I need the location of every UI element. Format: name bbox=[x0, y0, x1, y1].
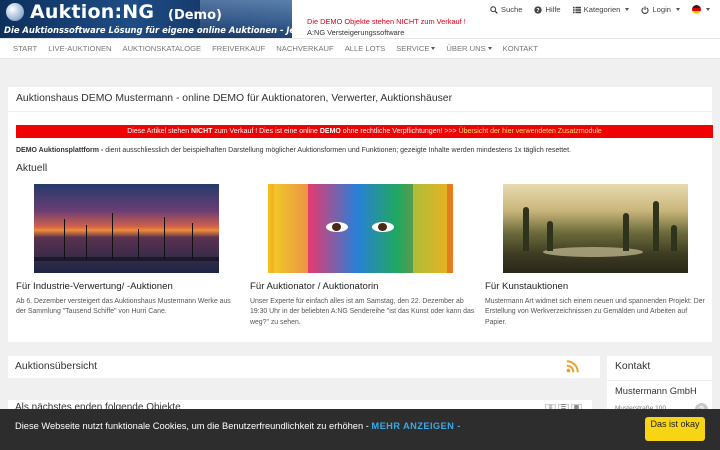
nav-item-auktionskataloge[interactable]: AUKTIONSKATALOGE bbox=[123, 39, 202, 58]
demo-warning-banner: Diese Artikel stehen NICHT zum Verkauf !… bbox=[16, 125, 713, 138]
flag-icon bbox=[692, 5, 701, 14]
categories-dropdown[interactable]: Kategorien bbox=[572, 5, 630, 14]
header-notice: Die DEMO Objekte stehen NICHT zum Verkau… bbox=[307, 17, 466, 26]
logo-ball-icon bbox=[6, 3, 24, 21]
header-links: Suche ? Hilfe Kategorien Login bbox=[490, 5, 710, 14]
nav-item-freiverkauf[interactable]: FREIVERKAUF bbox=[212, 39, 265, 58]
svg-text:?: ? bbox=[537, 8, 540, 14]
tree-shape bbox=[547, 221, 553, 251]
mast-shape bbox=[138, 229, 139, 259]
hand-shape bbox=[274, 184, 308, 273]
banner-text-mid: zum Verkauf ! Dies ist eine online bbox=[214, 128, 318, 135]
news-card[interactable]: Für Auktionator / Auktionatorin Unser Ex… bbox=[250, 184, 475, 328]
card-title[interactable]: Für Industrie-Verwertung/ -Auktionen bbox=[16, 281, 241, 292]
card-image-landscape-painting[interactable] bbox=[503, 184, 688, 273]
auction-overview-title: Auktionsübersicht bbox=[15, 361, 98, 372]
nav-item-live-auktionen[interactable]: LIVE-AUKTIONEN bbox=[48, 39, 111, 58]
tree-shape bbox=[623, 213, 629, 251]
main-nav: START LIVE-AUKTIONEN AUKTIONSKATALOGE FR… bbox=[0, 38, 720, 59]
card-text: Ab 6. Dezember versteigert das Auktionsh… bbox=[16, 298, 231, 316]
rss-icon[interactable] bbox=[566, 360, 579, 373]
contact-title: Kontakt bbox=[615, 361, 651, 372]
mast-shape bbox=[86, 225, 87, 259]
header-subtitle: A:NG Versteigerungssoftware bbox=[307, 28, 405, 37]
logo-demo-label: (Demo) bbox=[168, 8, 222, 23]
nav-item-alle-lots[interactable]: ALLE LOTS bbox=[345, 39, 386, 58]
eye-shape bbox=[326, 222, 348, 232]
card-image-painted-face[interactable] bbox=[268, 184, 453, 273]
logo-title: Auktion:NG bbox=[30, 1, 155, 23]
search-link-label: Suche bbox=[500, 5, 523, 14]
nav-item-ueber-uns[interactable]: ÜBER UNS bbox=[446, 39, 492, 58]
chevron-down-icon bbox=[676, 8, 680, 11]
news-card[interactable]: Für Industrie-Verwertung/ -Auktionen Ab … bbox=[16, 184, 241, 318]
logo-tagline: Die Auktionssoftware Lösung für eigene o… bbox=[4, 25, 292, 35]
card-title[interactable]: Für Auktionator / Auktionatorin bbox=[250, 281, 475, 292]
chevron-down-icon bbox=[625, 8, 630, 11]
eye-shape bbox=[372, 222, 394, 232]
banner-text-post: ohne rechtliche Verpflichtungen! >>> bbox=[342, 128, 457, 135]
tree-shape bbox=[523, 207, 529, 251]
modules-overview-link[interactable]: Übersicht der hier verwendeten Zusatzmod… bbox=[459, 128, 602, 135]
mast-shape bbox=[192, 223, 193, 259]
platform-info: DEMO Auktionsplattform - dient ausschlie… bbox=[16, 147, 571, 154]
nav-item-service[interactable]: SERVICE bbox=[396, 39, 436, 58]
card-title[interactable]: Für Kunstauktionen bbox=[485, 281, 710, 292]
header: Auktion:NG (Demo) Die Auktionssoftware L… bbox=[0, 0, 720, 38]
section-title-aktuell: Aktuell bbox=[16, 163, 48, 174]
help-icon: ? bbox=[534, 5, 543, 14]
help-link-label: Hilfe bbox=[545, 5, 561, 14]
nav-item-service-label: SERVICE bbox=[396, 43, 430, 53]
chevron-down-icon bbox=[487, 47, 492, 50]
search-link[interactable]: Suche bbox=[490, 5, 523, 14]
categories-label: Kategorien bbox=[583, 5, 621, 14]
card-image-harbor-sunset[interactable] bbox=[34, 184, 219, 273]
search-icon bbox=[490, 5, 498, 14]
logo[interactable]: Auktion:NG (Demo) Die Auktionssoftware L… bbox=[0, 0, 292, 38]
banner-text-not: NICHT bbox=[191, 128, 213, 135]
nav-item-ueber-uns-label: ÜBER UNS bbox=[446, 43, 486, 53]
login-dropdown[interactable]: Login bbox=[641, 5, 680, 14]
mast-shape bbox=[64, 219, 65, 259]
hand-shape bbox=[413, 184, 447, 273]
divider bbox=[8, 111, 712, 112]
cookie-banner: Diese Webseite nutzt funktionale Cookies… bbox=[0, 409, 720, 450]
power-icon bbox=[641, 5, 649, 14]
language-dropdown[interactable] bbox=[692, 5, 710, 14]
card-text: Unser Experte für einfach alles ist am S… bbox=[250, 298, 475, 326]
cookie-accept-button[interactable]: Das ist okay bbox=[645, 417, 705, 441]
nav-item-nachverkauf[interactable]: NACHVERKAUF bbox=[276, 39, 333, 58]
cookie-message: Diese Webseite nutzt funktionale Cookies… bbox=[15, 421, 461, 431]
banner-text-pre: Diese Artikel stehen bbox=[127, 128, 190, 135]
cookie-message-text: Diese Webseite nutzt funktionale Cookies… bbox=[15, 421, 369, 431]
platform-info-text: dient ausschliesslich der beispielhaften… bbox=[105, 147, 571, 154]
auction-overview-panel: Auktionsübersicht bbox=[8, 356, 600, 378]
banner-text-demo: DEMO bbox=[319, 128, 341, 135]
cookie-more-link[interactable]: MEHR ANZEIGEN - bbox=[371, 421, 460, 431]
divider bbox=[607, 380, 712, 381]
main-panel: Auktionshaus DEMO Mustermann - online DE… bbox=[8, 87, 713, 342]
login-label: Login bbox=[652, 5, 671, 14]
chevron-down-icon bbox=[706, 8, 710, 11]
news-card[interactable]: Für Kunstauktionen Mustermann Art widmet… bbox=[485, 184, 710, 328]
mast-shape bbox=[112, 213, 113, 259]
nav-item-start[interactable]: START bbox=[13, 39, 37, 58]
nav-item-kontakt[interactable]: KONTAKT bbox=[503, 39, 538, 58]
tree-shape bbox=[653, 201, 659, 251]
platform-info-bold: DEMO Auktionsplattform - bbox=[16, 147, 104, 154]
tree-shape bbox=[671, 225, 677, 251]
chevron-down-icon bbox=[431, 47, 436, 50]
page-title: Auktionshaus DEMO Mustermann - online DE… bbox=[16, 93, 453, 104]
mast-shape bbox=[164, 217, 165, 259]
contact-company: Mustermann GmbH bbox=[615, 385, 697, 396]
list-icon bbox=[572, 6, 581, 13]
card-text: Mustermann Art widmet sich einem neuen u… bbox=[485, 298, 705, 326]
help-link[interactable]: ? Hilfe bbox=[534, 5, 561, 14]
